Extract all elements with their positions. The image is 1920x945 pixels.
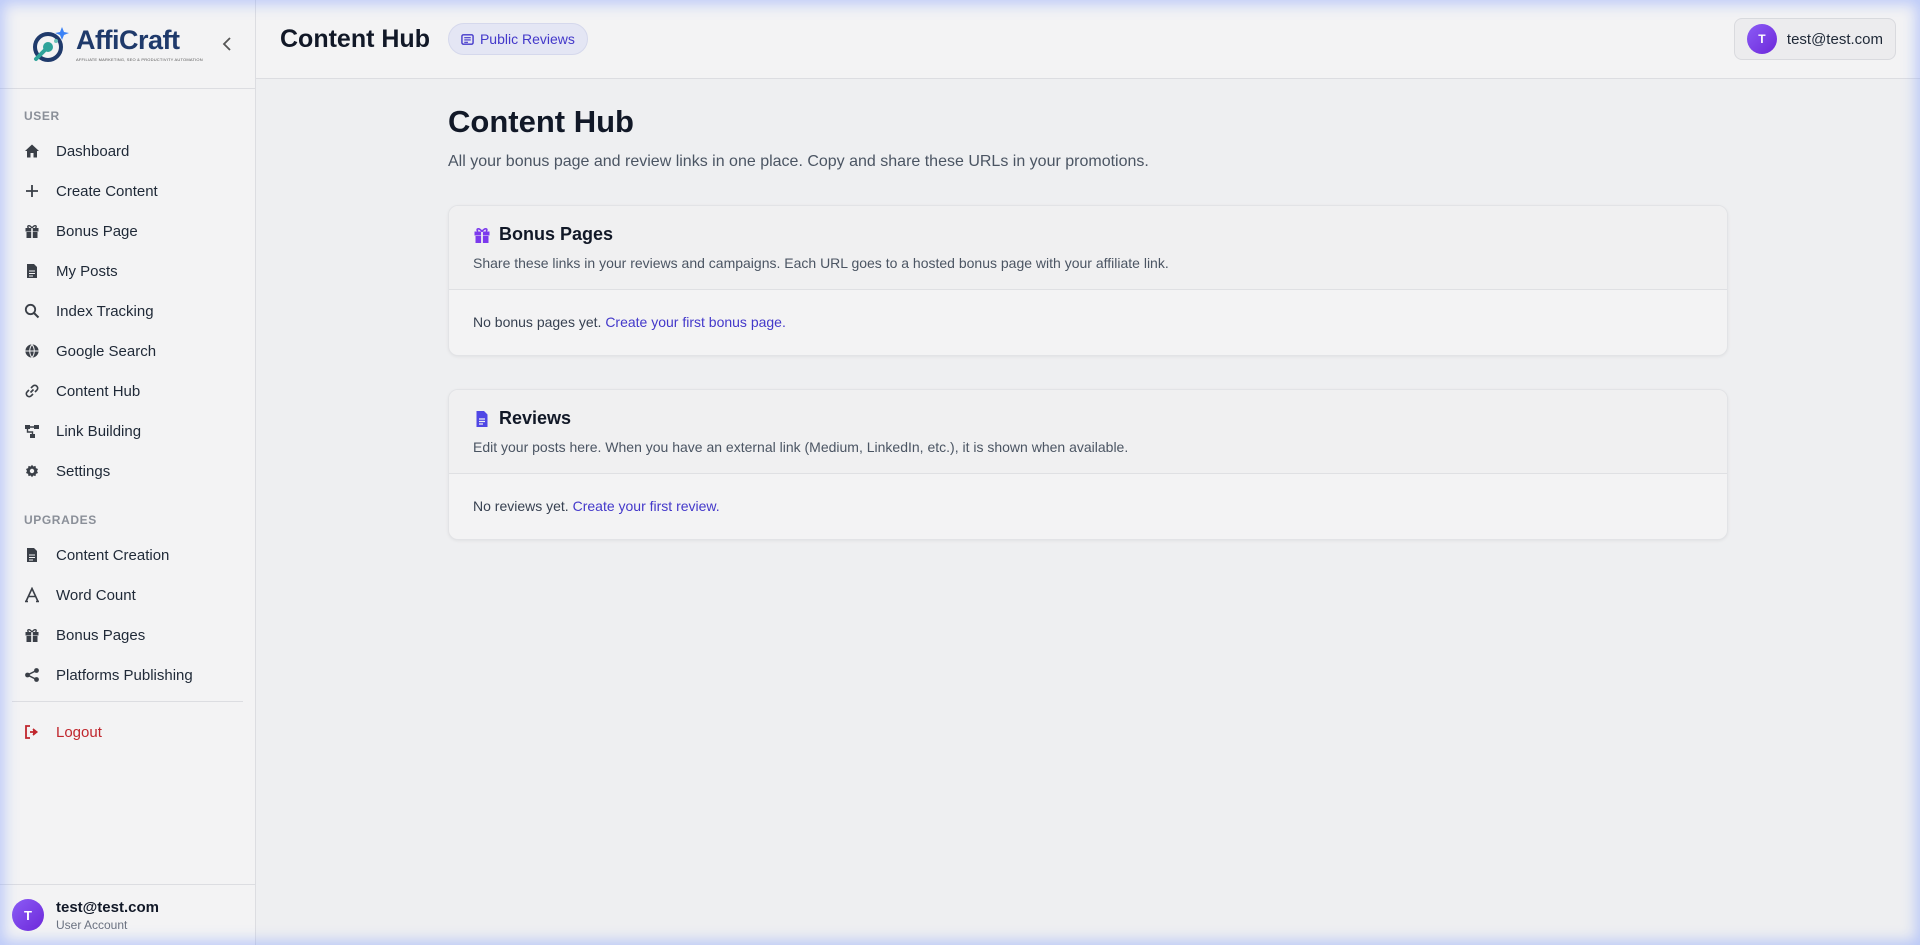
sidebar-item-label: Bonus Pages [56, 626, 146, 644]
sidebar: AffiCraft AFFILIATE MARKETING, SEO & PRO… [0, 0, 256, 945]
reviews-empty-text: No reviews yet. [473, 498, 569, 514]
sidebar-section-upgrades: UPGRADES [24, 513, 97, 527]
sidebar-item-bonus-page[interactable]: Bonus Page [0, 211, 255, 251]
sidebar-item-dashboard[interactable]: Dashboard [0, 131, 255, 171]
avatar: T [12, 899, 44, 931]
create-bonus-page-link[interactable]: Create your first bonus page. [605, 314, 786, 330]
sidebar-user-email: test@test.com [56, 898, 159, 916]
logout-icon [24, 724, 40, 740]
header-title: Content Hub [280, 24, 430, 53]
plus-icon [24, 183, 40, 199]
gift-icon [24, 627, 40, 643]
sidebar-item-label: Content Hub [56, 382, 141, 400]
public-reviews-label: Public Reviews [479, 31, 575, 47]
brand-tagline: AFFILIATE MARKETING, SEO & PRODUCTIVITY … [76, 56, 203, 62]
chevron-left-icon [222, 37, 231, 51]
sidebar-item-word-count[interactable]: Word Count [0, 575, 255, 615]
gift-icon [24, 223, 40, 239]
sidebar-item-label: My Posts [56, 262, 118, 280]
sidebar-item-label: Google Search [56, 342, 157, 360]
bonus-pages-empty-text: No bonus pages yet. [473, 314, 602, 330]
newspaper-icon [461, 33, 474, 45]
sidebar-item-create-content[interactable]: Create Content [0, 171, 255, 211]
file-icon [24, 263, 40, 279]
top-header: Content Hub Public Reviews T test@test.c… [256, 0, 1920, 79]
sidebar-item-google-search[interactable]: Google Search [0, 331, 255, 371]
create-review-link[interactable]: Create your first review. [573, 498, 720, 514]
sidebar-item-label: Settings [56, 462, 111, 480]
sidebar-logo: AffiCraft AFFILIATE MARKETING, SEO & PRO… [0, 0, 255, 89]
sidebar-item-label: Link Building [56, 422, 142, 440]
sidebar-item-label: Bonus Page [56, 222, 138, 240]
logout-label: Logout [56, 723, 102, 741]
reviews-title: Reviews [499, 408, 572, 428]
file-icon [24, 547, 40, 563]
sitemap-icon [24, 423, 40, 439]
sidebar-item-platforms-publishing[interactable]: Platforms Publishing [0, 655, 255, 695]
public-reviews-button[interactable]: Public Reviews [447, 23, 588, 55]
sidebar-item-label: Content Creation [56, 546, 170, 564]
search-icon [24, 303, 40, 319]
avatar: T [1746, 24, 1777, 54]
reviews-card: Reviews Edit your posts here. When you h… [448, 389, 1728, 540]
sidebar-user-role: User Account [56, 917, 128, 932]
sidebar-item-link-building[interactable]: Link Building [0, 411, 255, 451]
reviews-empty-state: No reviews yet. Create your first review… [449, 474, 1727, 539]
sidebar-item-bonus-pages[interactable]: Bonus Pages [0, 615, 255, 655]
sidebar-item-content-hub[interactable]: Content Hub [0, 371, 255, 411]
page-subtitle: All your bonus page and review links in … [448, 153, 1149, 170]
bonus-pages-title: Bonus Pages [499, 224, 614, 244]
logout-button[interactable]: Logout [0, 712, 255, 752]
page-title: Content Hub [448, 104, 634, 139]
sidebar-item-index-tracking[interactable]: Index Tracking [0, 291, 255, 331]
sidebar-item-label: Word Count [56, 586, 136, 604]
share-icon [24, 667, 40, 683]
header-user-menu[interactable]: T test@test.com [1733, 18, 1896, 60]
gift-icon [474, 227, 490, 243]
sidebar-divider [12, 701, 243, 702]
gear-icon [24, 463, 40, 479]
sidebar-item-label: Dashboard [56, 142, 130, 160]
sidebar-item-settings[interactable]: Settings [0, 451, 255, 491]
bonus-pages-card: Bonus Pages Share these links in your re… [448, 205, 1728, 356]
main-content: Content Hub All your bonus page and revi… [448, 79, 1728, 540]
globe-icon [24, 343, 40, 359]
sidebar-item-label: Create Content [56, 182, 158, 200]
home-icon [24, 143, 40, 159]
sidebar-item-label: Index Tracking [56, 302, 154, 320]
link-icon [24, 383, 40, 399]
afficraft-logo-icon [33, 27, 69, 62]
sidebar-item-content-creation[interactable]: Content Creation [0, 535, 255, 575]
header-user-email: test@test.com [1786, 30, 1883, 48]
sidebar-item-my-posts[interactable]: My Posts [0, 251, 255, 291]
brand-name: AffiCraft [76, 24, 180, 55]
reviews-description: Edit your posts here. When you have an e… [473, 439, 1129, 455]
font-icon [24, 587, 40, 603]
bonus-pages-empty-state: No bonus pages yet. Create your first bo… [449, 290, 1727, 355]
bonus-pages-description: Share these links in your reviews and ca… [473, 255, 1169, 271]
sidebar-item-label: Platforms Publishing [56, 666, 193, 684]
collapse-sidebar-button[interactable] [217, 34, 237, 54]
sidebar-user-account[interactable]: T test@test.com User Account [0, 884, 255, 945]
file-icon [476, 410, 488, 427]
sidebar-section-user: USER [24, 109, 60, 123]
